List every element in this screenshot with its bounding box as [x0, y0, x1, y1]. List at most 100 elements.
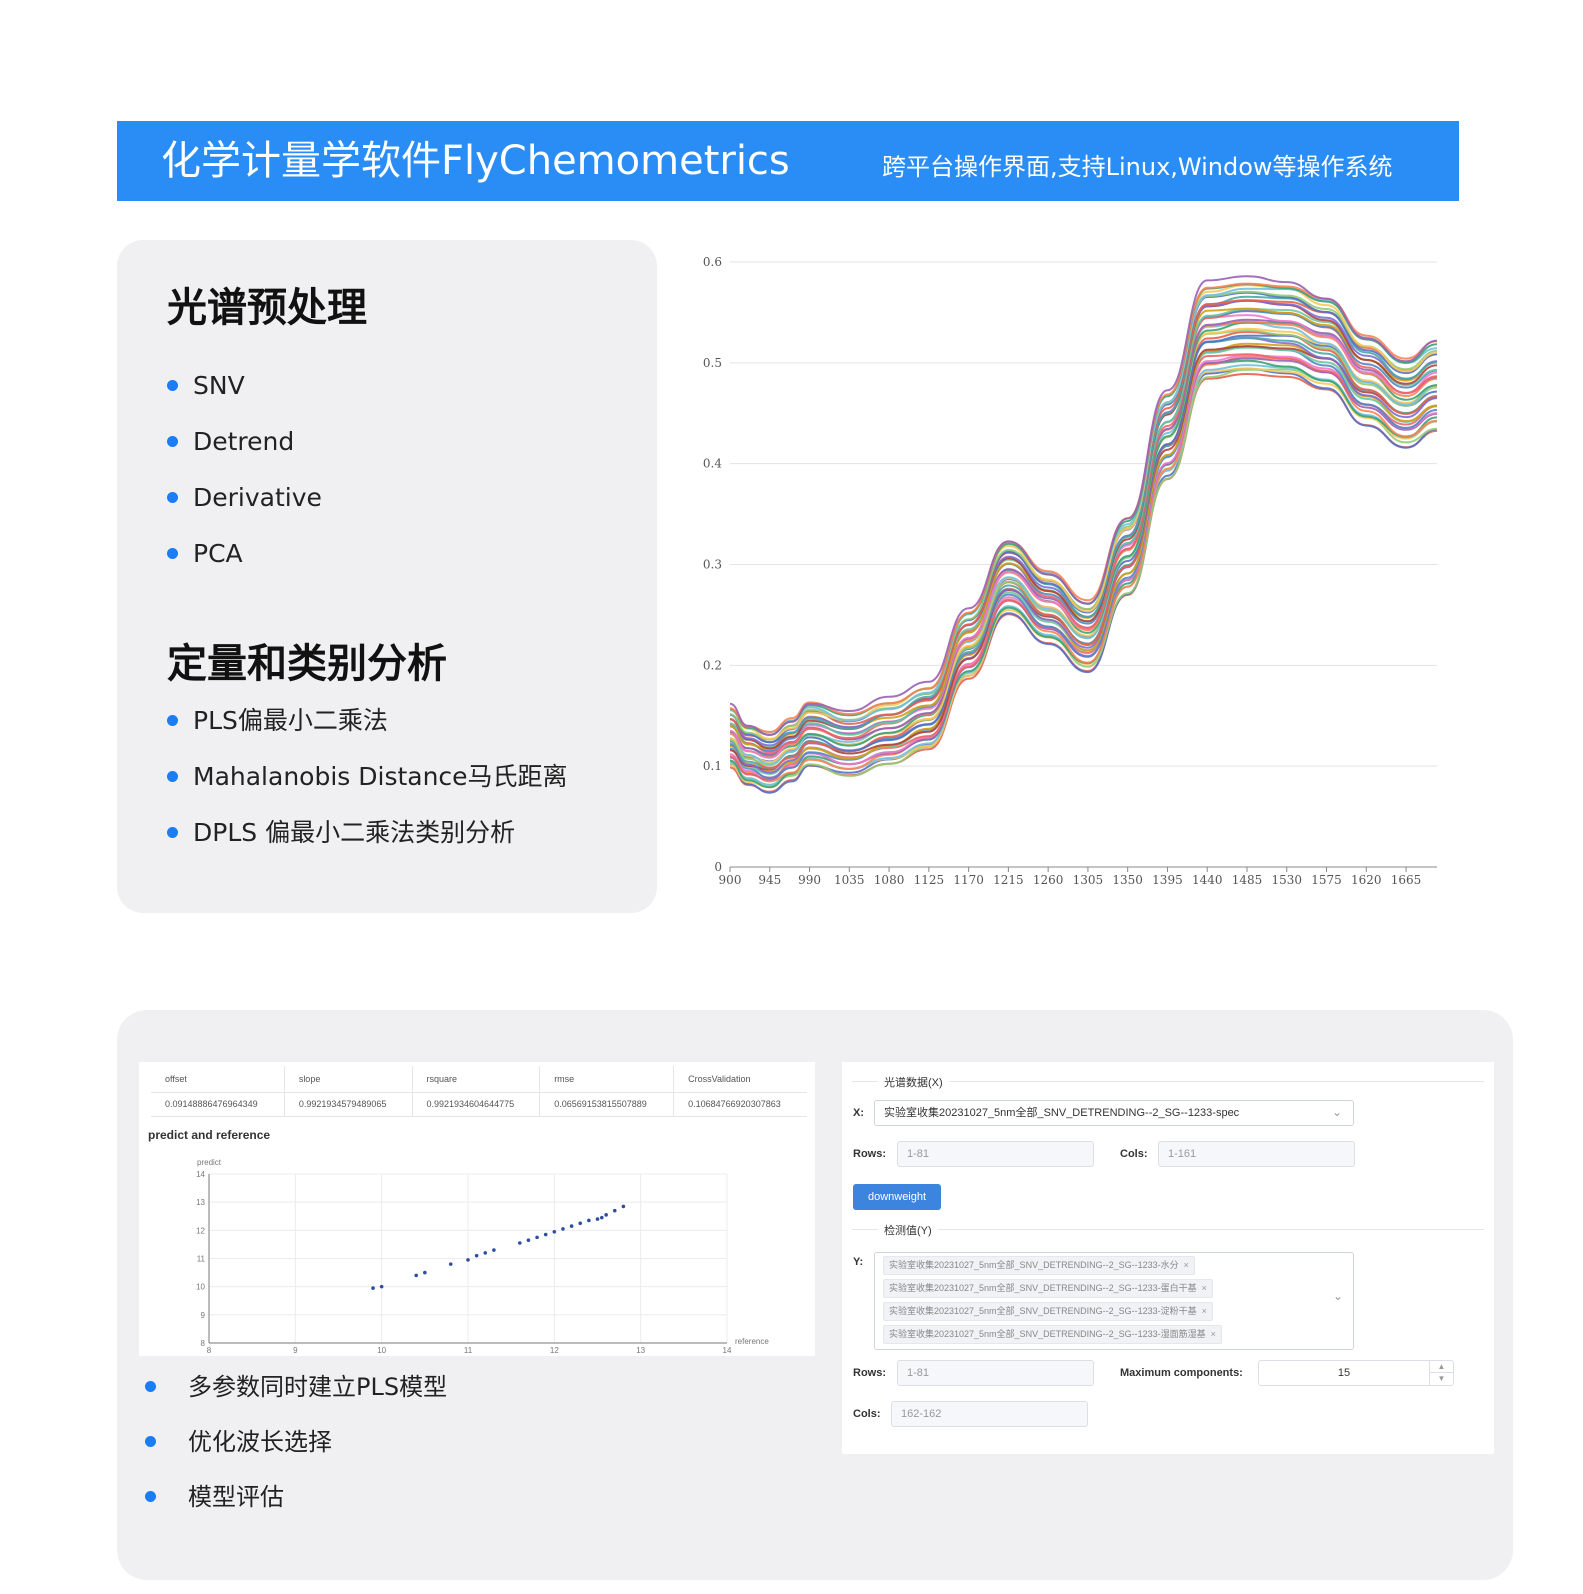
y-tick-label: 0.5: [703, 356, 722, 370]
y-tag[interactable]: 实验室收集20231027_5nm全部_SNV_DETRENDING--2_SG…: [883, 1256, 1195, 1275]
metrics-table: offset slope rsquare rmse CrossValidatio…: [151, 1066, 807, 1117]
data-point: [535, 1235, 539, 1240]
y-tick-label: 0.3: [703, 558, 722, 572]
data-point: [552, 1229, 557, 1234]
y-multiselect[interactable]: 实验室收集20231027_5nm全部_SNV_DETRENDING--2_SG…: [874, 1252, 1354, 1350]
chevron-down-icon[interactable]: ⌄: [1333, 1289, 1343, 1303]
data-point: [474, 1253, 479, 1258]
x-tick-label: 900: [719, 873, 742, 887]
spectrum-line: [729, 310, 1438, 752]
max-components-input[interactable]: 15 ▲ ▼: [1258, 1360, 1454, 1386]
metric-header: rmse: [539, 1066, 675, 1093]
bullet-dot: [167, 492, 178, 503]
x-label: X:: [853, 1107, 864, 1119]
y-tag[interactable]: 实验室收集20231027_5nm全部_SNV_DETRENDING--2_SG…: [883, 1302, 1213, 1321]
list-item: PCA: [167, 526, 322, 582]
x-tick-label: 990: [798, 873, 821, 887]
y-tag[interactable]: 实验室收集20231027_5nm全部_SNV_DETRENDING--2_SG…: [883, 1279, 1213, 1298]
spectrum-line: [729, 345, 1438, 771]
rows-input[interactable]: 1-81: [897, 1141, 1094, 1167]
spectrum-line: [729, 330, 1438, 769]
analysis-title: 定量和类别分析: [167, 641, 447, 687]
downweight-button[interactable]: downweight: [853, 1184, 941, 1210]
increment-icon[interactable]: ▲: [1429, 1361, 1453, 1373]
bullet-dot: [145, 1491, 156, 1502]
divider: [852, 1229, 1484, 1230]
scatter-title: predict and reference: [148, 1128, 271, 1142]
data-point: [561, 1227, 565, 1231]
decrement-icon[interactable]: ▼: [1429, 1373, 1453, 1385]
list-item: Derivative: [167, 470, 322, 526]
x-select[interactable]: 实验室收集20231027_5nm全部_SNV_DETRENDING--2_SG…: [874, 1100, 1354, 1126]
x-tick-label: 945: [758, 873, 781, 887]
spectrum-line: [729, 337, 1438, 774]
cols-input[interactable]: 1-161: [1158, 1141, 1355, 1167]
data-point: [492, 1248, 496, 1252]
bullet-dot: [145, 1381, 156, 1392]
model-form: 光谱数据(X) X: 实验室收集20231027_5nm全部_SNV_DETRE…: [842, 1062, 1494, 1454]
banner-title: 化学计量学软件FlyChemometrics: [161, 138, 790, 184]
x-tick-label: 1575: [1311, 873, 1342, 887]
spectrum-line: [729, 357, 1438, 781]
bullet-dot: [145, 1436, 156, 1447]
cols2-input[interactable]: 162-162: [891, 1401, 1088, 1427]
scatter-chart-svg: predict8910111213148 9 10 11 12 13 14reference: [196, 1158, 769, 1355]
x-tick-label: 1395: [1152, 873, 1183, 887]
list-item: 多参数同时建立PLS模型: [145, 1360, 447, 1415]
chevron-down-icon[interactable]: ⌄: [1332, 1105, 1342, 1119]
metric-value: 0.09148886476964349: [151, 1092, 285, 1117]
close-icon[interactable]: ×: [1184, 1260, 1189, 1270]
y-tick-label: 0: [714, 860, 722, 874]
y-section-legend: 检测值(Y): [878, 1222, 938, 1238]
y-tick-label: 8: [201, 1339, 206, 1348]
list-item: Detrend: [167, 414, 322, 470]
metric-value: 0.06569153815507889: [539, 1092, 675, 1117]
metric-value: 0.9921934604644775: [412, 1092, 541, 1117]
close-icon[interactable]: ×: [1202, 1283, 1207, 1293]
feature-card: 光谱预处理 SNV Detrend Derivative PCA 定量和类别分析…: [117, 240, 657, 913]
x-tick-label: 1170: [953, 873, 984, 887]
metric-value: 0.9921934579489065: [284, 1092, 413, 1117]
spectrum-line: [729, 342, 1438, 773]
data-point: [604, 1213, 608, 1217]
data-point: [414, 1273, 419, 1278]
data-point: [600, 1215, 604, 1220]
data-point: [379, 1284, 384, 1289]
close-icon[interactable]: ×: [1211, 1329, 1216, 1339]
x-tick-label: 12: [550, 1346, 559, 1355]
max-components-label: Maximum components:: [1120, 1367, 1243, 1379]
spectrum-line: [729, 320, 1438, 759]
y-tag[interactable]: 实验室收集20231027_5nm全部_SNV_DETRENDING--2_SG…: [883, 1325, 1222, 1344]
x-section-legend: 光谱数据(X): [878, 1074, 949, 1090]
x-tick-label: 1530: [1271, 873, 1302, 887]
max-components-value: 15: [1337, 1367, 1351, 1379]
metric-header: CrossValidation: [673, 1066, 807, 1093]
spectra-chart: 0 0.1 0.2 0.3 0.4 0.5 0.6 900 945 990 1035 1080 1125…: [700, 250, 1470, 910]
spectrum-line: [729, 329, 1438, 767]
rows2-input[interactable]: 1-81: [897, 1360, 1094, 1386]
data-point: [371, 1286, 375, 1290]
metric-value: 0.10684766920307863: [673, 1092, 807, 1117]
spectrum-line: [729, 372, 1438, 793]
data-point: [621, 1204, 626, 1209]
spectrum-line: [729, 321, 1438, 757]
y-tick-label: 13: [196, 1198, 205, 1207]
spectrum-line: [729, 354, 1438, 779]
header-banner: 化学计量学软件FlyChemometrics 跨平台操作界面,支持Linux,W…: [117, 121, 1459, 201]
x-tick-label: 1125: [914, 873, 945, 887]
close-icon[interactable]: ×: [1202, 1306, 1207, 1316]
list-item: 模型评估: [145, 1470, 447, 1525]
rows2-label: Rows:: [853, 1367, 886, 1379]
x-tick-label: 11: [464, 1346, 473, 1355]
x-tick-label: 14: [723, 1346, 732, 1355]
spectrum-line: [729, 299, 1438, 747]
x-tick-label: 1665: [1391, 873, 1422, 887]
x-select-value: 实验室收集20231027_5nm全部_SNV_DETRENDING--2_SG…: [884, 1107, 1240, 1119]
spectrum-line: [729, 367, 1438, 794]
y-tick-label: 11: [197, 1255, 206, 1264]
spectrum-line: [729, 299, 1438, 750]
spectrum-line: [729, 368, 1438, 787]
metric-header: slope: [284, 1066, 413, 1093]
y-tick-label: 0.2: [703, 658, 722, 672]
y-tick-label: 12: [196, 1226, 205, 1235]
